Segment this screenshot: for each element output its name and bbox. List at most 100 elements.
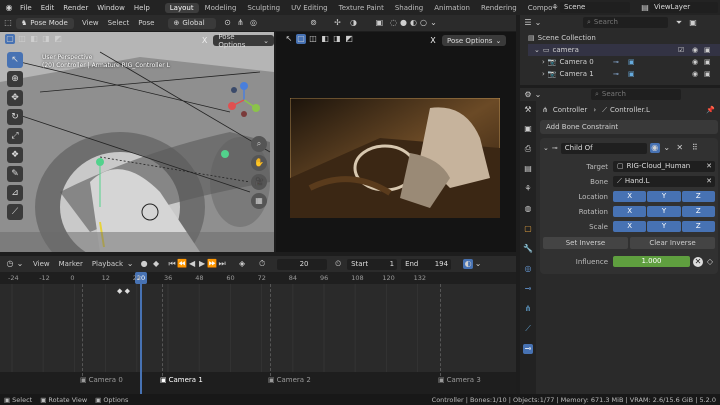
annotate-tool-icon[interactable]: ✎ xyxy=(7,166,23,182)
mode-dropdown[interactable]: ♞ Pose Mode xyxy=(16,17,74,29)
rotation-x-toggle[interactable]: X xyxy=(613,206,647,217)
timeline-menu-marker[interactable]: Marker xyxy=(59,260,83,268)
navigation-gizmo[interactable] xyxy=(224,80,264,120)
timeline-marker[interactable]: ▣ Camera 2 xyxy=(268,376,311,384)
outliner-item-camera-1[interactable]: › 📷 Camera 1 ⊸ ▣ ◉ ▣ xyxy=(528,68,720,80)
menu-help[interactable]: Help xyxy=(134,4,150,12)
timeline-dropdown-icon[interactable]: ⌄ xyxy=(15,259,25,269)
play-reverse-icon[interactable]: ◀ xyxy=(187,259,197,269)
outliner-search-input[interactable]: ⌕ Search xyxy=(583,17,668,28)
collection-eye-icon[interactable]: ◉ xyxy=(692,44,698,56)
tab-bone-icon[interactable]: ⟋ xyxy=(523,324,533,334)
select-box-right-icon[interactable]: ▢ xyxy=(296,34,306,44)
select-intersect-right-icon[interactable]: ◩ xyxy=(344,34,354,44)
collection-row[interactable]: ⌄ ▭ camera ☑ ◉ ▣ xyxy=(528,44,720,56)
grid-view-icon[interactable]: ▦ xyxy=(251,193,267,209)
location-z-toggle[interactable]: Z xyxy=(681,191,715,202)
outliner-funnel-icon[interactable]: ⏷ xyxy=(674,18,684,28)
proportional-edit-icon[interactable]: ◎ xyxy=(248,18,258,28)
constraint-menu-icon[interactable]: ⌄ xyxy=(662,143,672,153)
select-extend-right-icon[interactable]: ◫ xyxy=(308,34,318,44)
clear-inverse-button[interactable]: Clear Inverse xyxy=(630,237,715,249)
outliner-filter-icon[interactable]: ⌄ xyxy=(533,18,543,28)
shading-rendered-icon[interactable]: ○ xyxy=(418,18,428,28)
menu-pose[interactable]: Pose xyxy=(138,19,154,27)
tab-render-icon[interactable]: ▣ xyxy=(523,124,533,134)
bone-clear-icon[interactable]: ✕ xyxy=(706,176,715,187)
scene-field[interactable]: Scene xyxy=(560,2,630,13)
gizmo-icon[interactable]: ✢ xyxy=(332,18,342,28)
select-box-icon[interactable]: ▢ xyxy=(5,34,15,44)
rotation-y-toggle[interactable]: Y xyxy=(647,206,681,217)
tab-rendering[interactable]: Rendering xyxy=(476,3,522,13)
timeline-editor[interactable]: ◷ ⌄ View Marker Playback ⌄ ● ◆ ⏮ ⏪ ◀ ▶ ⏩… xyxy=(0,256,516,394)
timeline-options-icon[interactable]: ⌄ xyxy=(473,259,483,269)
properties-search-input[interactable]: ⌕ Search xyxy=(591,89,681,100)
collection-checkbox-icon[interactable]: ☑ xyxy=(678,44,684,56)
camera-0-render-icon[interactable]: ▣ xyxy=(704,56,711,68)
tab-animation[interactable]: Animation xyxy=(429,3,475,13)
tab-scene-icon[interactable]: ⚘ xyxy=(523,184,533,194)
scale-x-toggle[interactable]: X xyxy=(613,221,647,232)
tab-data-icon[interactable]: ⋔ xyxy=(523,304,533,314)
outliner-editor-icon[interactable]: ☰ xyxy=(523,18,533,28)
target-clear-icon[interactable]: ✕ xyxy=(706,161,715,172)
view-layer-selector[interactable]: ▤ ViewLayer xyxy=(640,2,718,13)
menu-select[interactable]: Select xyxy=(108,19,130,27)
influence-disable-icon[interactable]: ✕ xyxy=(693,256,703,267)
tab-modifier-icon[interactable]: 🔧 xyxy=(523,244,533,254)
select-tool-small-icon[interactable]: ↖ xyxy=(284,34,294,44)
menu-view[interactable]: View xyxy=(82,19,99,27)
collection-camera-icon[interactable]: ▣ xyxy=(704,44,711,56)
timeline-marker[interactable]: ▣ Camera 1 xyxy=(160,376,203,384)
constraint-eye-icon[interactable]: ◉ xyxy=(649,143,660,153)
tab-view-layer-icon[interactable]: ▤ xyxy=(523,164,533,174)
bone-tool-icon[interactable]: ⟋ xyxy=(7,204,23,220)
shading-wireframe-icon[interactable]: ◌ xyxy=(388,18,398,28)
outliner[interactable]: ☰ ⌄ ⌕ Search ⏷ ▣ ▤ Scene Collection ⌄ ▭ came… xyxy=(520,15,720,85)
tab-shading[interactable]: Shading xyxy=(390,3,428,13)
constraint-delete-icon[interactable]: ✕ xyxy=(675,143,685,153)
scale-z-toggle[interactable]: Z xyxy=(681,221,715,232)
select-invert-right-icon[interactable]: ◨ xyxy=(332,34,342,44)
keyframe-jump-icon[interactable]: ◈ xyxy=(237,259,247,269)
location-y-toggle[interactable]: Y xyxy=(647,191,681,202)
xray-icon[interactable]: ▣ xyxy=(374,18,384,28)
tab-layout[interactable]: Layout xyxy=(164,2,199,13)
tab-uv-editing[interactable]: UV Editing xyxy=(286,3,333,13)
play-icon[interactable]: ▶ xyxy=(197,259,207,269)
viewport-3d-right[interactable]: ↖ ▢ ◫ ◧ ◨ ◩ X Pose Options ⌄ xyxy=(276,32,516,252)
influence-keyframe-icon[interactable]: ◇ xyxy=(705,257,715,267)
measure-tool-icon[interactable]: ⊿ xyxy=(7,185,23,201)
viewport-3d-left[interactable]: User Perspective (20) Controller | Armat… xyxy=(0,32,274,252)
jump-start-icon[interactable]: ⏮ xyxy=(167,259,177,269)
tab-bone-constraint-icon[interactable]: ⊸ xyxy=(523,344,533,354)
menu-window[interactable]: Window xyxy=(97,4,125,12)
properties-editor-icon[interactable]: ⚙ xyxy=(523,90,533,100)
properties-dropdown-icon[interactable]: ⌄ xyxy=(533,90,543,100)
rotation-z-toggle[interactable]: Z xyxy=(681,206,715,217)
menu-edit[interactable]: Edit xyxy=(41,4,55,12)
timeline-editor-icon[interactable]: ◷ xyxy=(5,259,15,269)
influence-slider[interactable]: 1.000 xyxy=(613,256,690,267)
timeline-track-area[interactable] xyxy=(0,284,516,372)
camera-1-render-icon[interactable]: ▣ xyxy=(704,68,711,80)
timeline-menu-view[interactable]: View xyxy=(33,260,50,268)
camera-view-icon[interactable]: 🎥 xyxy=(251,174,267,190)
pan-hand-icon[interactable]: ✋ xyxy=(251,155,267,171)
zoom-icon[interactable]: ⌕ xyxy=(251,136,267,152)
tab-modeling[interactable]: Modeling xyxy=(200,3,242,13)
jump-end-icon[interactable]: ⏭ xyxy=(217,259,227,269)
visibility-icon[interactable]: ⊚ xyxy=(308,18,318,28)
overlay-icon[interactable]: ◑ xyxy=(348,18,358,28)
select-extend-icon[interactable]: ◫ xyxy=(17,34,27,44)
timeline-marker[interactable]: ▣ Camera 0 xyxy=(80,376,123,384)
record-icon[interactable]: ● xyxy=(139,259,149,269)
keying-icon[interactable]: ◆ xyxy=(151,259,161,269)
close-x-right-icon[interactable]: X xyxy=(428,36,438,46)
pin-icon[interactable]: 📌 xyxy=(706,106,715,114)
move-tool-icon[interactable]: ✥ xyxy=(7,90,23,106)
tab-physics-icon[interactable]: ◎ xyxy=(523,264,533,274)
pivot-icon[interactable]: ⊙ xyxy=(222,18,232,28)
view-layer-field[interactable]: ViewLayer xyxy=(650,2,718,13)
